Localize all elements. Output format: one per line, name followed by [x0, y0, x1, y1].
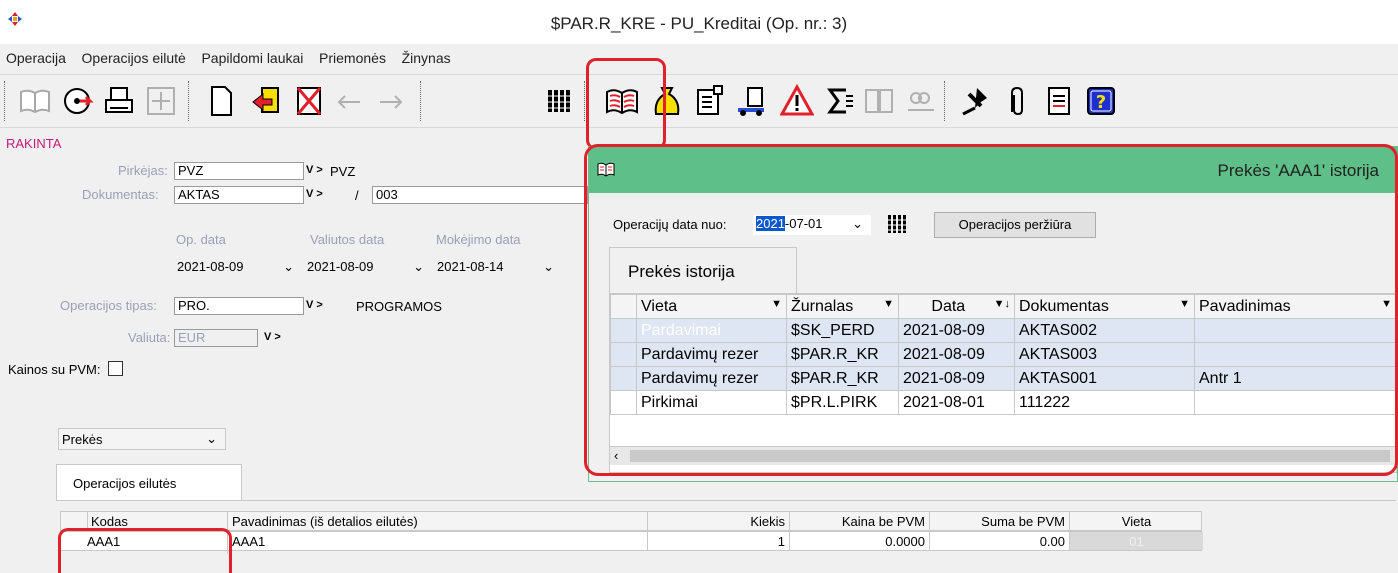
vat-prices-label: Kainos su PVM: [8, 362, 101, 377]
document-select-button[interactable]: V > [306, 188, 323, 200]
help-icon[interactable]: ? [1082, 81, 1120, 121]
new-doc-icon[interactable] [202, 81, 240, 121]
currency-select-button[interactable]: V > [264, 331, 281, 343]
menu-bar: Operacija Operacijos eilutė Papildomi la… [0, 46, 1398, 72]
op-date-label: Op. data [176, 232, 226, 247]
op-date-select[interactable]: 2021-08-09 ⌄ [174, 258, 300, 278]
operation-type-name: PROGRAMOS [356, 299, 442, 314]
printer-icon[interactable] [100, 81, 138, 121]
col-suma[interactable]: Suma be PVM [929, 512, 1069, 530]
menu-priemones[interactable]: Priemonės [313, 46, 392, 66]
toolbar-separator [188, 81, 191, 121]
document-label: Dokumentas: [82, 187, 159, 202]
warning-icon[interactable] [778, 81, 816, 121]
move-icon[interactable] [142, 81, 180, 121]
currency-label: Valiuta: [128, 330, 171, 345]
cd-back-icon[interactable] [58, 81, 96, 121]
currency-input[interactable]: EUR [174, 329, 258, 347]
window-title: $PAR.R_KRE - PU_Kreditai (Op. nr.: 3) [550, 14, 848, 33]
paperclip-icon[interactable] [998, 81, 1036, 121]
menu-operacijos-eilute[interactable]: Operacijos eilutė [76, 46, 192, 66]
split-icon[interactable] [860, 81, 898, 121]
delete-doc-icon[interactable] [290, 81, 328, 121]
document-number-input[interactable]: 003 [372, 186, 588, 204]
col-kodas[interactable]: Kodas [91, 514, 128, 529]
open-doc-icon[interactable] [248, 81, 286, 121]
menu-papildomi-laukai[interactable]: Papildomi laukai [195, 46, 309, 66]
highlight-history-button [586, 58, 666, 150]
document-separator: / [355, 188, 359, 203]
delivery-icon[interactable] [732, 81, 770, 121]
toolbar-separator [944, 81, 947, 121]
buyer-select-button[interactable]: V > [306, 164, 323, 176]
undo-icon[interactable] [330, 81, 368, 121]
document-input[interactable]: AKTAS [174, 186, 304, 204]
buyer-label: Pirkėjas: [118, 163, 168, 178]
cell-kiekis: 1 [647, 532, 789, 550]
chevron-down-icon: ⌄ [413, 259, 424, 274]
link-icon[interactable] [902, 81, 940, 121]
currency-date-value: 2021-08-09 [307, 259, 374, 274]
cell-pavadinimas: AAA1 [227, 532, 269, 554]
items-type-select[interactable]: Prekės ⌄ [58, 428, 226, 450]
col-vieta[interactable]: Vieta [1069, 512, 1203, 530]
status-label: RAKINTA [6, 136, 62, 151]
vat-prices-checkbox[interactable] [108, 361, 123, 376]
columns-icon[interactable] [540, 81, 578, 121]
title-bar: $PAR.R_KRE - PU_Kreditai (Op. nr.: 3) [0, 0, 1398, 44]
toolbar-separator [420, 81, 423, 121]
payment-date-select[interactable]: 2021-08-14 ⌄ [434, 258, 560, 278]
buyer-name: PVZ [330, 164, 356, 179]
menu-operacija[interactable]: Operacija [0, 46, 72, 66]
chevron-down-icon: ⌄ [206, 431, 217, 446]
menu-zinynas[interactable]: Žinynas [396, 46, 457, 66]
buyer-input[interactable]: PVZ [174, 162, 304, 180]
tab-operation-lines-label: Operacijos eilutės [73, 476, 177, 491]
operation-type-label: Operacijos tipas: [60, 298, 157, 313]
highlight-history-dialog [584, 144, 1398, 476]
highlight-kodas-cell [58, 528, 232, 573]
op-date-value: 2021-08-09 [177, 259, 244, 274]
document-icon[interactable] [1040, 81, 1078, 121]
doc-edit-icon[interactable] [690, 81, 728, 121]
chevron-down-icon: ⌄ [543, 259, 554, 274]
toolbar-grip [4, 81, 7, 121]
operation-type-select-button[interactable]: V > [306, 299, 323, 311]
operation-type-input[interactable]: PRO. [174, 297, 304, 315]
items-type-value: Prekės [62, 432, 103, 447]
svg-text:?: ? [1096, 92, 1106, 113]
col-kaina[interactable]: Kaina be PVM [789, 512, 929, 530]
lines-header: Kodas Pavadinimas (iš detalios eilutės) … [60, 511, 1203, 534]
sum-icon[interactable] [820, 81, 858, 121]
pin-icon[interactable] [955, 81, 993, 121]
redo-icon[interactable] [372, 81, 410, 121]
cell-suma: 0.00 [929, 532, 1069, 550]
tab-operation-lines[interactable]: Operacijos eilutės [56, 464, 242, 500]
currency-date-select[interactable]: 2021-08-09 ⌄ [304, 258, 430, 278]
cell-kaina: 0.0000 [789, 532, 929, 550]
chevron-down-icon: ⌄ [283, 259, 294, 274]
toolbar: ? [0, 74, 1398, 128]
payment-date-label: Mokėjimo data [436, 232, 521, 247]
col-kiekis[interactable]: Kiekis [647, 512, 789, 530]
book-open-icon[interactable] [16, 81, 54, 121]
cell-vieta: 01 [1069, 532, 1203, 550]
payment-date-value: 2021-08-14 [437, 259, 504, 274]
currency-date-label: Valiutos data [310, 232, 385, 247]
